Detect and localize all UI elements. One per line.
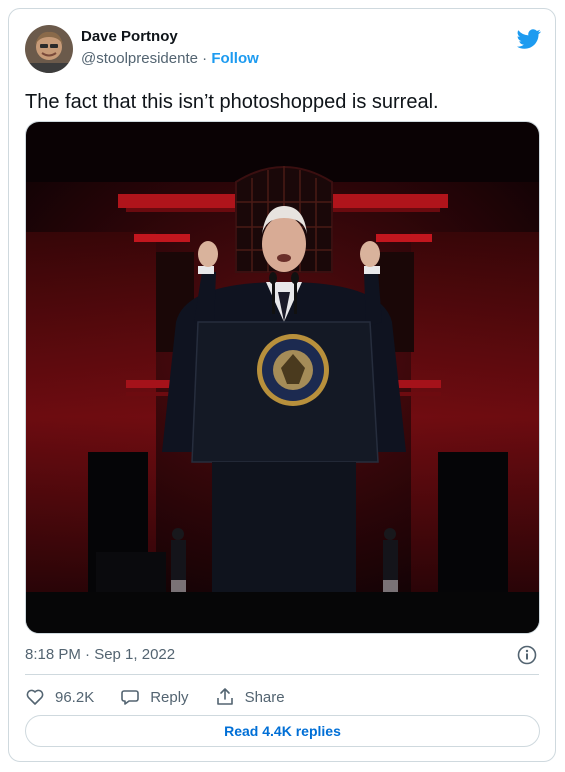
twitter-bird-icon[interactable]	[517, 27, 541, 51]
tweet-text: The fact that this isn’t photoshopped is…	[25, 91, 439, 113]
info-icon[interactable]	[517, 645, 537, 665]
divider	[25, 674, 539, 675]
reply-button[interactable]: Reply	[120, 687, 189, 707]
author-avatar[interactable]	[25, 25, 73, 73]
reply-label: Reply	[150, 688, 189, 706]
share-button[interactable]: Share	[215, 687, 285, 707]
follow-link[interactable]: Follow	[211, 50, 259, 67]
reply-bubble-icon	[121, 690, 140, 705]
read-replies-label: Read 4.4K replies	[224, 723, 341, 739]
tweet-actions: 96.2K Reply Share	[25, 685, 311, 709]
tweet-card: Dave Portnoy @stoolpresidente · Follow T…	[8, 8, 556, 762]
author-handle-row: @stoolpresidente · Follow	[81, 50, 259, 67]
read-replies-button[interactable]: Read 4.4K replies	[25, 715, 540, 747]
author-name[interactable]: Dave Portnoy	[81, 28, 178, 45]
handle-separator: ·	[202, 50, 208, 67]
heart-icon	[26, 689, 44, 705]
share-label: Share	[244, 688, 285, 706]
like-count: 96.2K	[55, 688, 95, 706]
author-handle[interactable]: @stoolpresidente	[81, 50, 198, 67]
like-button[interactable]: 96.2K	[25, 687, 94, 707]
tweet-timestamp[interactable]: 8:18 PM · Sep 1, 2022	[25, 646, 175, 663]
tweet-photo[interactable]	[25, 121, 540, 634]
share-icon	[216, 688, 233, 705]
